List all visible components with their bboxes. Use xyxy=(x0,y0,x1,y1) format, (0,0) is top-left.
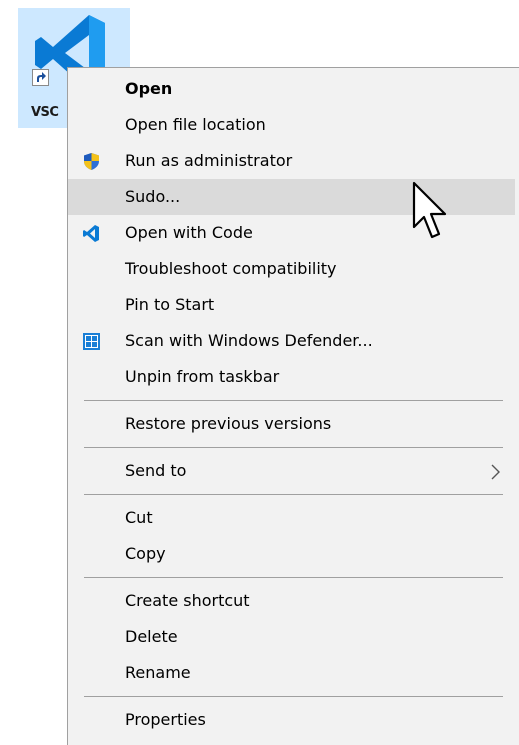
menu-item-copy[interactable]: Copy xyxy=(68,536,515,572)
chevron-right-icon xyxy=(491,464,500,480)
vscode-icon xyxy=(83,225,99,242)
menu-separator xyxy=(84,400,503,401)
menu-item-label: Cut xyxy=(125,508,153,527)
menu-item-label: Properties xyxy=(125,710,206,729)
menu-item-label: Create shortcut xyxy=(125,591,250,610)
menu-item-label: Run as administrator xyxy=(125,151,293,170)
menu-item-cut[interactable]: Cut xyxy=(68,500,515,536)
menu-item-label: Open xyxy=(125,79,173,98)
menu-item-label: Restore previous versions xyxy=(125,414,332,433)
menu-item-properties[interactable]: Properties xyxy=(68,702,515,738)
shortcut-label: VSC xyxy=(31,105,59,120)
menu-item-label: Send to xyxy=(125,461,187,480)
uac-shield-icon xyxy=(84,153,99,170)
menu-item-delete[interactable]: Delete xyxy=(68,619,515,655)
menu-item-label: Delete xyxy=(125,627,178,646)
menu-item-open[interactable]: Open xyxy=(68,71,515,107)
menu-item-label: Rename xyxy=(125,663,191,682)
menu-item-label: Scan with Windows Defender... xyxy=(125,331,373,350)
menu-item-pin-to-start[interactable]: Pin to Start xyxy=(68,287,515,323)
menu-item-create-shortcut[interactable]: Create shortcut xyxy=(68,583,515,619)
context-menu: Open Open file location Run as administr… xyxy=(67,67,519,745)
menu-item-send-to[interactable]: Send to xyxy=(68,453,515,489)
menu-item-label: Troubleshoot compatibility xyxy=(125,259,337,278)
menu-item-label: Unpin from taskbar xyxy=(125,367,280,386)
menu-separator xyxy=(84,494,503,495)
mouse-pointer-icon xyxy=(412,181,447,239)
shortcut-arrow-icon xyxy=(32,69,49,86)
menu-separator xyxy=(84,577,503,578)
desktop: VSC Open Open file location Run as admin… xyxy=(0,0,519,745)
menu-item-rename[interactable]: Rename xyxy=(68,655,515,691)
menu-item-run-as-administrator[interactable]: Run as administrator xyxy=(68,143,515,179)
menu-item-label: Open file location xyxy=(125,115,266,134)
menu-item-label: Pin to Start xyxy=(125,295,215,314)
menu-separator xyxy=(84,447,503,448)
menu-item-scan-with-windows-defender[interactable]: Scan with Windows Defender... xyxy=(68,323,515,359)
windows-defender-icon xyxy=(83,333,100,350)
menu-item-troubleshoot-compatibility[interactable]: Troubleshoot compatibility xyxy=(68,251,515,287)
menu-item-label: Copy xyxy=(125,544,166,563)
menu-item-label: Open with Code xyxy=(125,223,253,242)
menu-item-unpin-from-taskbar[interactable]: Unpin from taskbar xyxy=(68,359,515,395)
menu-item-open-file-location[interactable]: Open file location xyxy=(68,107,515,143)
menu-item-restore-previous-versions[interactable]: Restore previous versions xyxy=(68,406,515,442)
menu-item-label: Sudo... xyxy=(125,187,181,206)
menu-separator xyxy=(84,696,503,697)
